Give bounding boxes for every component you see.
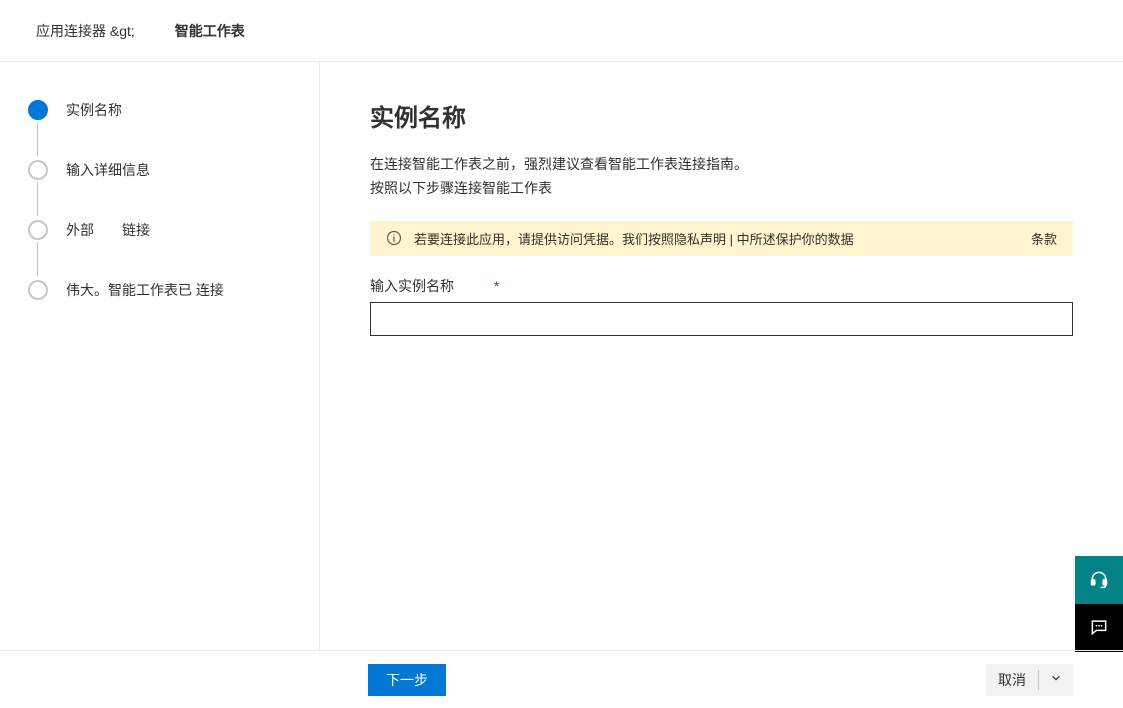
step-instance-name[interactable]: 实例名称 (28, 100, 303, 160)
feedback-button[interactable] (1075, 604, 1123, 652)
instance-name-label-text: 输入实例名称 (370, 278, 454, 294)
support-button[interactable] (1075, 556, 1123, 604)
chat-icon (1089, 617, 1109, 640)
chevron-down-icon[interactable] (1051, 673, 1061, 686)
cancel-split-button[interactable]: 取消 (986, 664, 1073, 696)
intro-line-1: 在连接智能工作表之前，强烈建议查看智能工作表连接指南。 (370, 153, 1073, 177)
intro-line-2: 按照以下步骤连接智能工作表 (370, 177, 1073, 201)
info-banner-text: 若要连接此应用，请提供访问凭据。我们按照隐私声明 | 中所述保护你的数据 (414, 229, 1019, 248)
wizard-stepper: 实例名称 输入详细信息 外部 链接 伟大。智能工作表已 连接 (0, 62, 320, 650)
info-icon (386, 230, 402, 246)
step-circle-icon (28, 100, 48, 120)
step-label: 实例名称 (66, 100, 122, 120)
info-banner: 若要连接此应用，请提供访问凭据。我们按照隐私声明 | 中所述保护你的数据 条款 (370, 221, 1073, 256)
instance-name-label: 输入实例名称 (370, 276, 454, 296)
step-label: 输入详细信息 (66, 160, 150, 180)
step-enter-details[interactable]: 输入详细信息 (28, 160, 303, 220)
step-external-link[interactable]: 外部 链接 (28, 220, 303, 280)
step-label: 伟大。智能工作表已 连接 (66, 280, 224, 300)
step-label: 外部 链接 (66, 220, 150, 240)
step-circle-icon (28, 160, 48, 180)
breadcrumb: 应用连接器 &gt; 智能工作表 (0, 0, 1123, 62)
split-button-divider (1038, 670, 1039, 690)
required-indicator: * (494, 278, 499, 294)
step-circle-icon (28, 220, 48, 240)
page-title: 实例名称 (370, 98, 1073, 133)
headset-icon (1089, 569, 1109, 592)
intro-text: 在连接智能工作表之前，强烈建议查看智能工作表连接指南。 按照以下步骤连接智能工作… (370, 153, 1073, 201)
step-circle-icon (28, 280, 48, 300)
instance-name-input[interactable] (370, 302, 1073, 336)
cancel-button-label: 取消 (998, 670, 1026, 690)
wizard-footer: 下一步 取消 (0, 650, 1123, 708)
step-connected[interactable]: 伟大。智能工作表已 连接 (28, 280, 303, 300)
info-banner-terms-link[interactable]: 条款 (1031, 229, 1057, 248)
instance-name-field: 输入实例名称 * (370, 276, 1073, 336)
main-content: 实例名称 在连接智能工作表之前，强烈建议查看智能工作表连接指南。 按照以下步骤连… (320, 62, 1123, 650)
side-action-bar (1075, 556, 1123, 652)
next-button[interactable]: 下一步 (368, 664, 446, 696)
breadcrumb-prev[interactable]: 应用连接器 &gt; (36, 21, 135, 41)
breadcrumb-current: 智能工作表 (175, 21, 245, 41)
